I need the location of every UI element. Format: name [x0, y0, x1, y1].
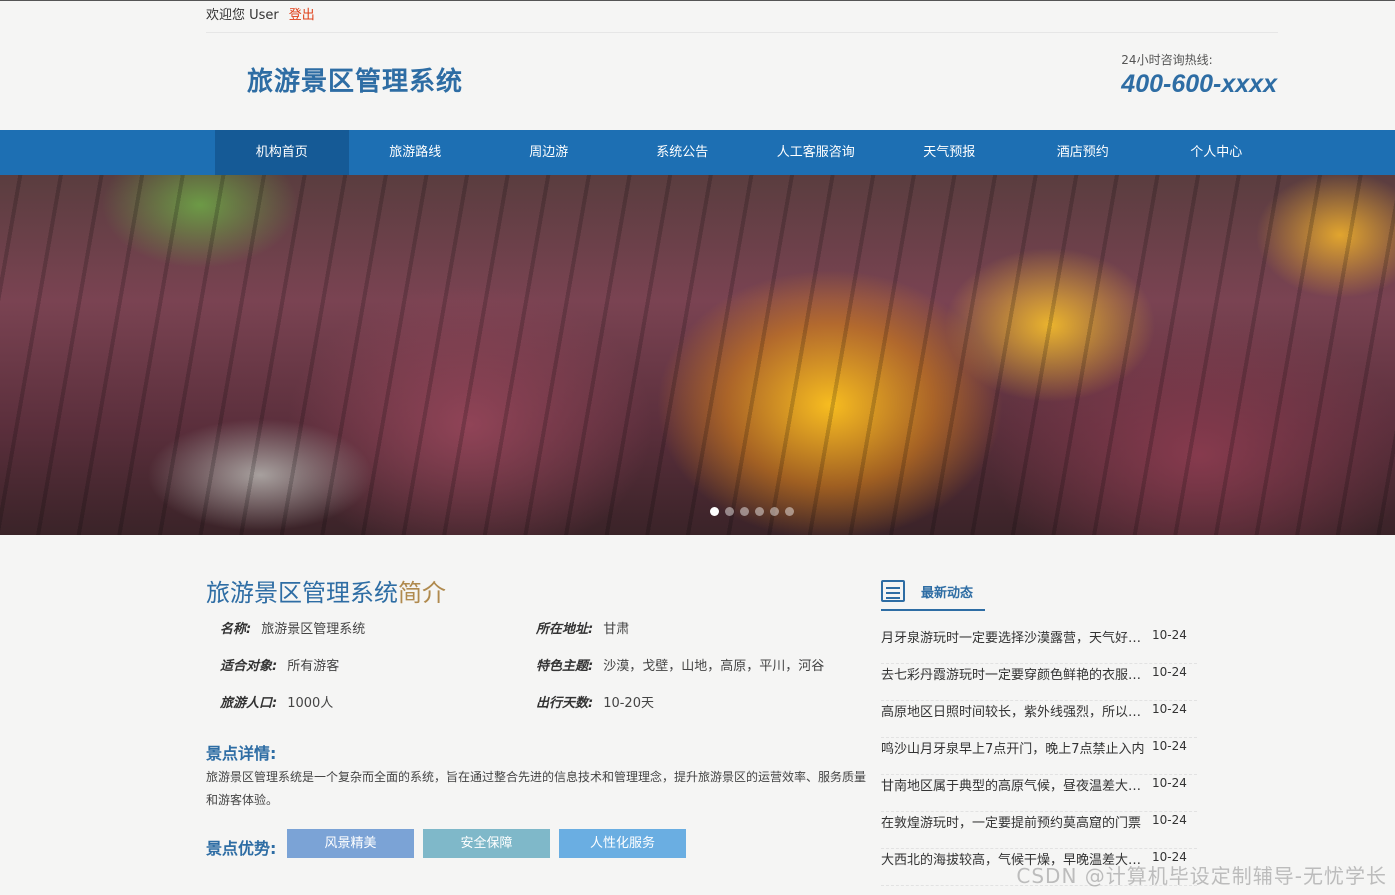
field-name: 名称: 旅游景区管理系统 — [220, 622, 366, 637]
advantage-tags: 风景精美 安全保障 人性化服务 — [287, 829, 686, 858]
intro-title: 旅游景区管理系统简介 — [206, 573, 446, 608]
field-audience: 适合对象: 所有游客 — [220, 659, 340, 674]
field-days: 出行天数: 10-20天 — [536, 696, 654, 711]
news-title: 甘南地区属于典型的高原气候，昼夜温差大，要带好衣物 — [881, 779, 1151, 794]
intro-title-main: 旅游景区管理系统 — [206, 579, 398, 607]
detail-text: 旅游景区管理系统是一个复杂而全面的系统，旨在通过整合先进的信息技术和管理理念，提… — [206, 770, 867, 807]
nav-item-4[interactable]: 系统公告 — [616, 130, 750, 175]
field-theme: 特色主题: 沙漠，戈壁，山地，高原，平川，河谷 — [536, 659, 825, 674]
watermark: CSDN @计算机毕设定制辅导-无忧学长 — [1016, 864, 1387, 888]
news-item[interactable]: 高原地区日照时间较长，紫外线强烈，所以要注意防晒10-24 — [881, 701, 1197, 738]
news-item[interactable]: 在敦煌游玩时，一定要提前预约莫高窟的门票 10-24 — [881, 812, 1197, 849]
nav-item-6[interactable]: 天气预报 — [883, 130, 1017, 175]
nav-item-8[interactable]: 个人中心 — [1150, 130, 1284, 175]
news-item[interactable]: 鸣沙山月牙泉早上7点开门，晚上7点禁止入内 10-24 — [881, 738, 1197, 775]
news-title: 高原地区日照时间较长，紫外线强烈，所以要注意防晒 — [881, 705, 1151, 720]
main-nav: 机构首页 旅游路线 周边游 系统公告 人工客服咨询 天气预报 酒店预约 个人中心 — [0, 130, 1395, 175]
news-title: 月牙泉游玩时一定要选择沙漠露营，天气好的时候 — [881, 631, 1151, 646]
news-title: 鸣沙山月牙泉早上7点开门，晚上7点禁止入内 — [881, 742, 1145, 757]
news-date: 10-24 — [1152, 665, 1187, 679]
welcome-text: 欢迎您 User — [206, 8, 279, 23]
news-item[interactable]: 月牙泉游玩时一定要选择沙漠露营，天气好的时候 10-24 — [881, 627, 1197, 664]
nav-item-3[interactable]: 周边游 — [482, 130, 616, 175]
carousel-dot[interactable] — [710, 507, 719, 516]
intro-title-accent: 简介 — [398, 579, 446, 607]
carousel-dot[interactable] — [725, 507, 734, 516]
news-date: 10-24 — [1152, 813, 1187, 827]
news-title: 在敦煌游玩时，一定要提前预约莫高窟的门票 — [881, 816, 1142, 831]
carousel-dot[interactable] — [740, 507, 749, 516]
site-title: 旅游景区管理系统 — [247, 67, 464, 97]
advantage-heading: 景点优势: — [206, 839, 277, 858]
nav-item-2[interactable]: 旅游路线 — [349, 130, 483, 175]
advantage-tag-service[interactable]: 人性化服务 — [559, 829, 686, 858]
logout-link[interactable]: 登出 — [289, 8, 315, 23]
carousel-dot[interactable] — [770, 507, 779, 516]
news-date: 10-24 — [1152, 702, 1187, 716]
news-item[interactable]: 去七彩丹霞游玩时一定要穿颜色鲜艳的衣服拍照 10-24 — [881, 664, 1197, 701]
nav-item-7[interactable]: 酒店预约 — [1016, 130, 1150, 175]
nav-item-5[interactable]: 人工客服咨询 — [749, 130, 883, 175]
banner-carousel[interactable] — [0, 175, 1395, 535]
nav-item-1[interactable]: 机构首页 — [215, 130, 349, 175]
news-icon — [881, 580, 905, 602]
carousel-dot[interactable] — [785, 507, 794, 516]
news-date: 10-24 — [1152, 739, 1187, 753]
hotline-number: 400-600-xxxx — [1121, 70, 1277, 98]
advantage-tag-safety[interactable]: 安全保障 — [423, 829, 550, 858]
news-list: 月牙泉游玩时一定要选择沙漠露营，天气好的时候 10-24 去七彩丹霞游玩时一定要穿颜… — [881, 627, 1197, 886]
news-item[interactable]: 甘南地区属于典型的高原气候，昼夜温差大，要带好衣物10-24 — [881, 775, 1197, 812]
field-address: 所在地址: 甘肃 — [536, 622, 630, 637]
hotline-label: 24小时咨询热线: — [1121, 53, 1213, 67]
news-heading: 最新动态 — [921, 586, 974, 601]
top-bar: 欢迎您 User 登出 — [206, 1, 1278, 33]
hotline: 24小时咨询热线: 400-600-xxxx — [1121, 51, 1277, 99]
advantage-tag-scenery[interactable]: 风景精美 — [287, 829, 414, 858]
carousel-dot[interactable] — [755, 507, 764, 516]
news-header: 最新动态 — [881, 578, 985, 611]
news-date: 10-24 — [1152, 628, 1187, 642]
carousel-dots — [710, 507, 794, 516]
field-population: 旅游人口: 1000人 — [220, 696, 334, 711]
detail-heading: 景点详情: — [206, 744, 277, 763]
news-title: 去七彩丹霞游玩时一定要穿颜色鲜艳的衣服拍照 — [881, 668, 1151, 683]
banner-image — [0, 175, 1395, 535]
news-date: 10-24 — [1152, 776, 1187, 790]
